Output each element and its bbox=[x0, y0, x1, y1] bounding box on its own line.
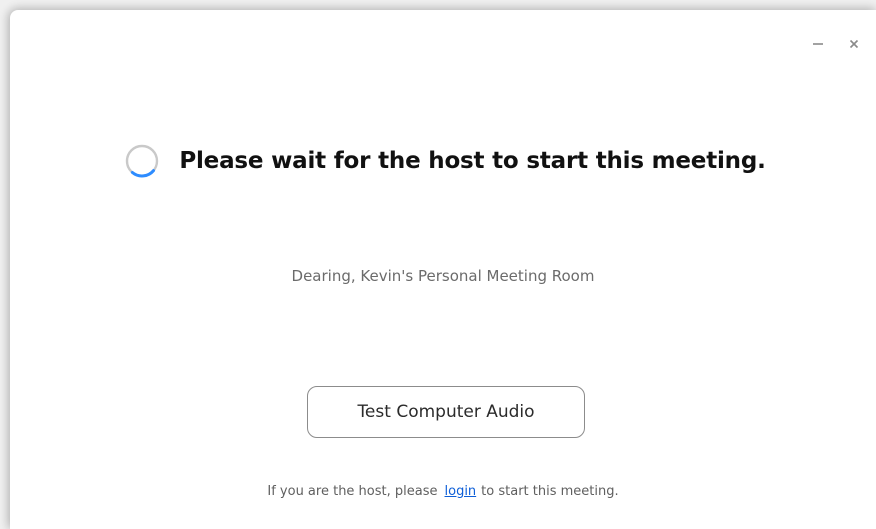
loading-spinner-icon bbox=[126, 144, 159, 178]
host-note-suffix: to start this meeting. bbox=[481, 484, 619, 499]
close-icon[interactable] bbox=[846, 36, 862, 52]
waiting-room-window: Please wait for the host to start this m… bbox=[10, 10, 876, 529]
minimize-icon[interactable] bbox=[810, 36, 826, 52]
window-controls bbox=[810, 36, 862, 52]
test-computer-audio-button[interactable]: Test Computer Audio bbox=[307, 386, 585, 438]
headline-row: Please wait for the host to start this m… bbox=[10, 143, 876, 179]
host-note-prefix: If you are the host, please bbox=[267, 484, 438, 499]
meeting-room-name: Dearing, Kevin's Personal Meeting Room bbox=[291, 267, 595, 285]
login-link[interactable]: login bbox=[445, 484, 477, 499]
page-title: Please wait for the host to start this m… bbox=[179, 148, 766, 174]
host-login-note: If you are the host, please login to start… bbox=[10, 484, 876, 499]
